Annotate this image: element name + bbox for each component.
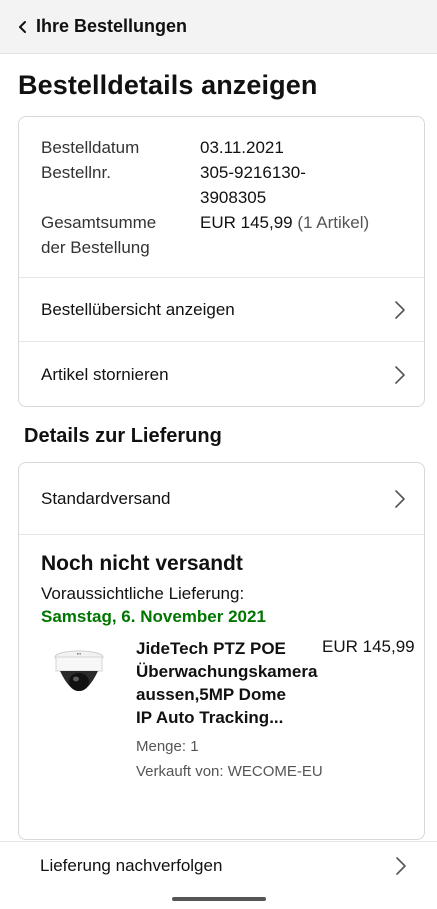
shipping-method-link[interactable]: Standardversand [19, 463, 424, 534]
item-title-line3: aussen,5MP Dome [136, 685, 286, 704]
order-item[interactable]: ▪▪▪ JideTech PTZ POE Überwachungskamera … [19, 627, 424, 807]
order-date-row: Bestelldatum 03.11.2021 [41, 135, 424, 160]
order-total-label-line2: der Bestellung [41, 238, 150, 257]
order-total-amount: EUR 145,99 [200, 213, 293, 232]
shipping-method-label: Standardversand [41, 488, 171, 508]
delivery-section-title: Details zur Lieferung [24, 425, 222, 447]
back-button[interactable]: Ihre Bestellungen [0, 0, 187, 54]
expected-delivery-label: Voraussichtliche Lieferung: [41, 584, 245, 603]
order-total-row: Gesamtsumme der Bestellung EUR 145,99 (1… [41, 210, 424, 260]
item-title[interactable]: JideTech PTZ POE Überwachungskamera auss… [136, 637, 346, 729]
svg-text:▪▪▪: ▪▪▪ [77, 651, 82, 656]
item-title-line1: JideTech PTZ POE [136, 639, 286, 658]
order-summary-link[interactable]: Bestellübersicht anzeigen [19, 277, 424, 341]
expected-delivery-date: Samstag, 6. November 2021 [41, 607, 266, 626]
order-number-row: Bestellnr. 305-9216130- 3908305 [41, 160, 424, 210]
order-summary-label: Bestellübersicht anzeigen [41, 299, 235, 319]
chevron-right-icon [396, 856, 406, 875]
order-number-line2: 3908305 [200, 188, 267, 207]
home-indicator[interactable] [172, 897, 266, 901]
track-delivery-label: Lieferung nachverfolgen [40, 855, 223, 875]
dome-camera-image[interactable]: ▪▪▪ [53, 649, 105, 707]
order-number-label: Bestellnr. [41, 163, 111, 182]
page-title: Bestelldetails anzeigen [18, 70, 318, 100]
order-total-label: Gesamtsumme der Bestellung [41, 210, 200, 260]
order-total-label-line1: Gesamtsumme [41, 213, 157, 232]
shipment-status-title: Noch nicht versandt [41, 552, 243, 575]
chevron-left-icon [19, 20, 26, 33]
order-total-items: (1 Artikel) [297, 213, 370, 232]
cancel-items-link[interactable]: Artikel stornieren [19, 341, 424, 406]
order-info: Bestelldatum 03.11.2021 Bestellnr. 305-9… [19, 117, 424, 277]
cancel-items-label: Artikel stornieren [41, 364, 169, 384]
order-date-value: 03.11.2021 [200, 138, 284, 157]
top-bar: Ihre Bestellungen [0, 0, 437, 54]
item-title-line4: IP Auto Tracking... [136, 708, 284, 727]
shipment-status: Noch nicht versandt Voraussichtliche Lie… [19, 534, 424, 627]
track-delivery-link[interactable]: Lieferung nachverfolgen [0, 841, 437, 889]
order-number-value: 305-9216130- 3908305 [200, 160, 306, 210]
item-quantity: Menge: 1 [136, 738, 199, 755]
item-seller: Verkauft von: WECOME-EU [136, 763, 323, 780]
order-date-label: Bestelldatum [41, 138, 140, 157]
order-total-value: EUR 145,99 (1 Artikel) [200, 210, 369, 260]
item-price: EUR 145,99 [322, 637, 415, 656]
chevron-right-icon [395, 489, 405, 508]
delivery-card: Standardversand Noch nicht versandt Vora… [18, 462, 425, 840]
back-label: Ihre Bestellungen [36, 16, 188, 36]
order-number-line1: 305-9216130- [200, 163, 306, 182]
chevron-right-icon [395, 365, 405, 384]
order-info-card: Bestelldatum 03.11.2021 Bestellnr. 305-9… [18, 116, 425, 407]
item-title-line2: Überwachungskamera [136, 662, 318, 681]
chevron-right-icon [395, 300, 405, 319]
